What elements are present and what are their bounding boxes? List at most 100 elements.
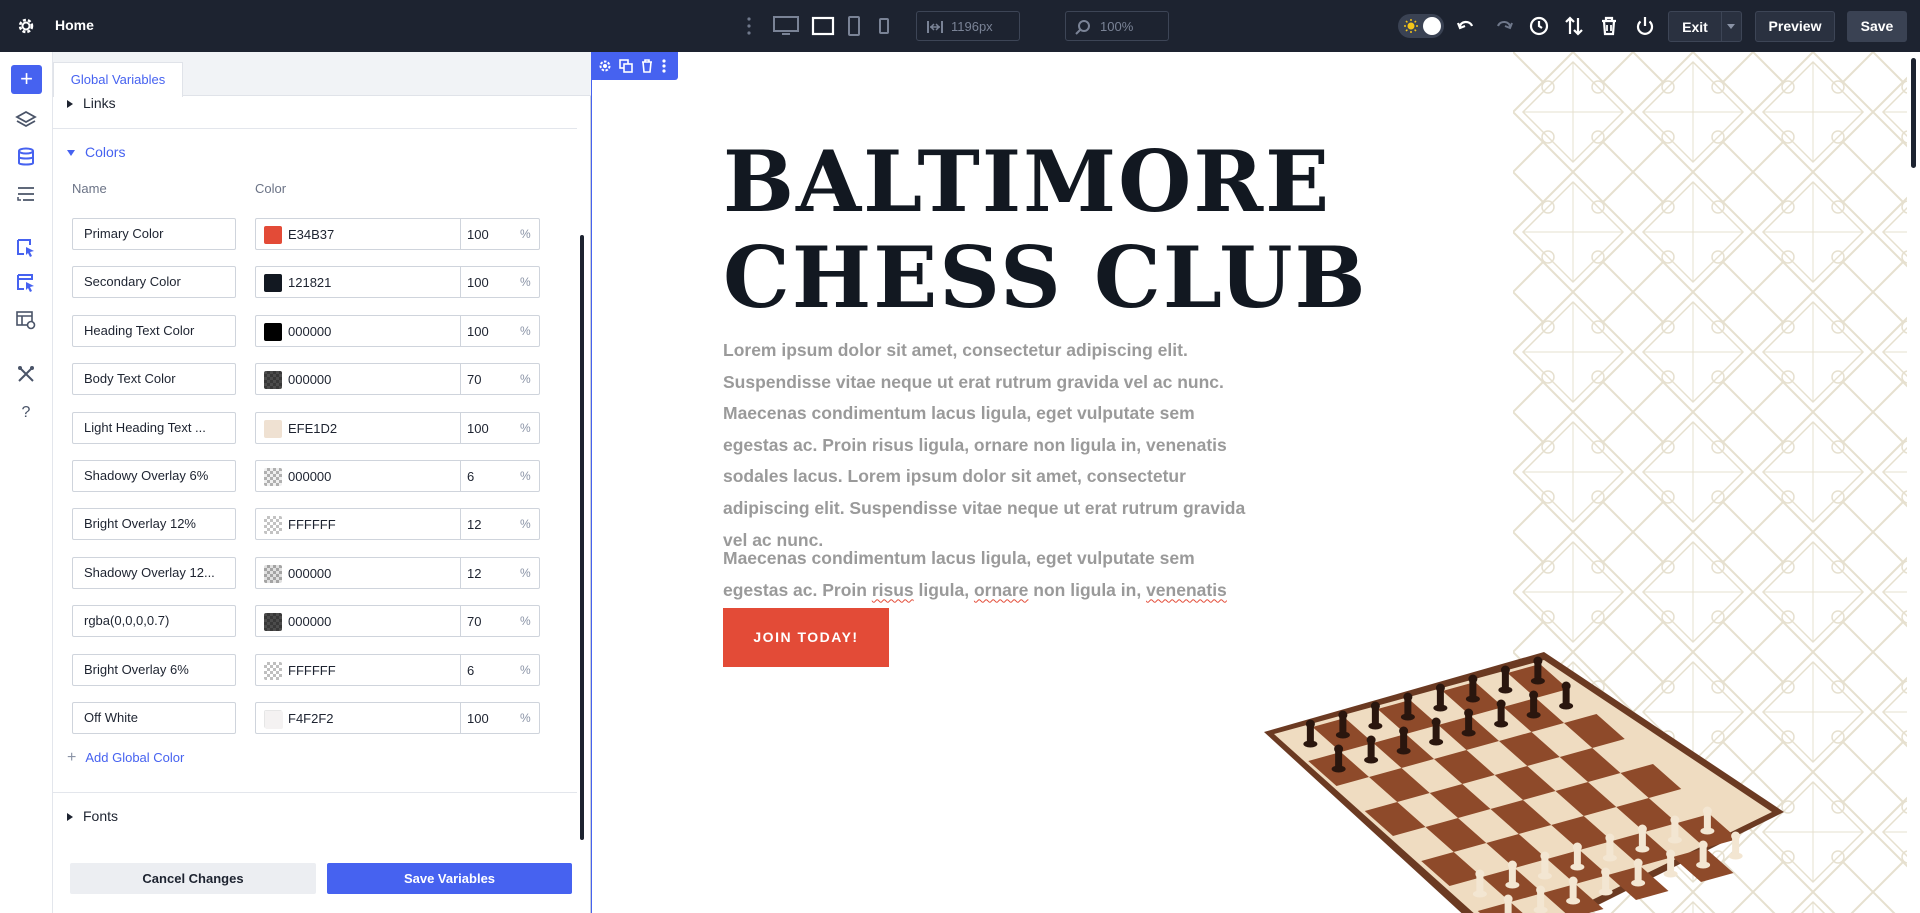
opacity-input[interactable]: 100 bbox=[467, 275, 489, 290]
color-name-input[interactable]: Body Text Color bbox=[72, 363, 236, 396]
tab-global-variables[interactable]: Global Variables bbox=[53, 62, 183, 97]
layers-icon[interactable] bbox=[15, 109, 37, 131]
hex-value-input[interactable]: 121821 bbox=[288, 275, 331, 290]
hex-value-input[interactable]: E34B37 bbox=[288, 227, 334, 242]
opacity-input[interactable]: 100 bbox=[467, 227, 489, 242]
fonts-section-toggle[interactable]: Fonts bbox=[67, 808, 118, 824]
canvas-width-field[interactable]: 1196px bbox=[916, 11, 1020, 41]
color-name-input[interactable]: Bright Overlay 6% bbox=[72, 653, 236, 686]
hex-value-input[interactable]: 000000 bbox=[288, 324, 331, 339]
opacity-input[interactable]: 70 bbox=[467, 614, 481, 629]
theme-toggle[interactable] bbox=[1398, 14, 1444, 38]
opacity-input[interactable]: 70 bbox=[467, 372, 481, 387]
opacity-input[interactable]: 100 bbox=[467, 421, 489, 436]
color-name-input[interactable]: Light Heading Text ... bbox=[72, 411, 236, 444]
color-swatch[interactable] bbox=[264, 516, 282, 535]
section-more-icon[interactable] bbox=[660, 59, 668, 73]
percent-label: % bbox=[520, 323, 531, 338]
field-separator bbox=[460, 557, 461, 588]
cancel-changes-button[interactable]: Cancel Changes bbox=[70, 863, 316, 894]
hex-value-input[interactable]: FFFFFF bbox=[288, 663, 336, 678]
help-question-icon[interactable]: ? bbox=[15, 400, 37, 422]
power-icon[interactable] bbox=[1634, 15, 1656, 37]
opacity-input[interactable]: 12 bbox=[467, 566, 481, 581]
add-global-color-label: Add Global Color bbox=[85, 750, 185, 765]
tablet-portrait-view-icon[interactable] bbox=[846, 14, 862, 38]
color-name-input[interactable]: Heading Text Color bbox=[72, 314, 236, 347]
color-name-input[interactable]: Shadowy Overlay 12... bbox=[72, 556, 236, 589]
add-element-button[interactable]: + bbox=[11, 65, 42, 94]
color-swatch[interactable] bbox=[264, 322, 282, 341]
percent-label: % bbox=[520, 420, 531, 435]
hero-heading[interactable]: BALTIMORE CHESS CLUB bbox=[723, 134, 1368, 326]
swatch-fill bbox=[264, 613, 282, 632]
canvas-scrollbar[interactable] bbox=[1911, 58, 1916, 168]
join-today-button[interactable]: JOIN TODAY! bbox=[723, 608, 889, 667]
field-separator bbox=[460, 606, 461, 637]
color-swatch[interactable] bbox=[264, 710, 283, 729]
settings-gear-icon[interactable] bbox=[16, 16, 36, 36]
add-global-color-button[interactable]: + Add Global Color bbox=[67, 749, 184, 767]
color-name-input[interactable]: Secondary Color bbox=[72, 266, 236, 299]
hex-value-input[interactable]: 000000 bbox=[288, 469, 331, 484]
hex-value-input[interactable]: 000000 bbox=[288, 372, 331, 387]
swatch-fill bbox=[264, 661, 282, 680]
color-swatch[interactable] bbox=[264, 226, 282, 244]
page-name[interactable]: Home bbox=[55, 17, 94, 33]
percent-label: % bbox=[520, 469, 531, 483]
hex-value-input[interactable]: 000000 bbox=[288, 566, 331, 581]
duplicate-icon[interactable] bbox=[619, 59, 633, 73]
more-options-icon[interactable] bbox=[744, 15, 754, 37]
undo-icon[interactable] bbox=[1456, 15, 1478, 37]
phone-view-icon[interactable] bbox=[877, 14, 891, 38]
database-icon[interactable] bbox=[15, 146, 37, 168]
delete-section-icon[interactable] bbox=[640, 59, 654, 73]
color-name-input[interactable]: Primary Color bbox=[72, 218, 236, 250]
panel-scrollbar[interactable] bbox=[580, 235, 584, 840]
color-swatch[interactable] bbox=[264, 274, 282, 293]
hex-value-input[interactable]: 000000 bbox=[288, 614, 331, 629]
opacity-input[interactable]: 12 bbox=[467, 517, 481, 532]
template-select-icon[interactable] bbox=[15, 272, 37, 294]
color-name-input[interactable]: Bright Overlay 12% bbox=[72, 508, 236, 541]
hex-value-input[interactable]: F4F2F2 bbox=[288, 711, 334, 726]
hex-value-input[interactable]: FFFFFF bbox=[288, 517, 336, 532]
preview-button[interactable]: Preview bbox=[1755, 11, 1835, 42]
exit-button[interactable]: Exit bbox=[1668, 11, 1742, 42]
page-select-icon[interactable] bbox=[15, 237, 37, 259]
opacity-input[interactable]: 100 bbox=[467, 711, 489, 726]
color-swatch[interactable] bbox=[264, 564, 282, 583]
sort-arrows-icon[interactable] bbox=[1563, 15, 1585, 37]
desktop-view-icon[interactable] bbox=[772, 14, 800, 38]
structure-list-icon[interactable] bbox=[15, 183, 37, 205]
color-swatch[interactable] bbox=[264, 419, 282, 438]
exit-dropdown-caret-icon[interactable] bbox=[1727, 24, 1735, 29]
layout-preview-icon[interactable] bbox=[15, 309, 37, 331]
section-settings-icon[interactable] bbox=[598, 59, 612, 73]
svg-text:?: ? bbox=[22, 404, 31, 421]
color-swatch[interactable] bbox=[264, 613, 282, 632]
tools-icon[interactable] bbox=[15, 363, 37, 385]
hero-paragraph-1[interactable]: Lorem ipsum dolor sit amet, consectetur … bbox=[723, 335, 1263, 556]
opacity-input[interactable]: 100 bbox=[467, 324, 489, 339]
colors-section-toggle[interactable]: Colors bbox=[67, 144, 125, 160]
hex-value-input[interactable]: EFE1D2 bbox=[288, 421, 337, 436]
color-swatch[interactable] bbox=[264, 371, 282, 390]
links-section-toggle[interactable]: Links bbox=[67, 95, 116, 111]
page-canvas[interactable]: BALTIMORE CHESS CLUB Lorem ipsum dolor s… bbox=[591, 52, 1920, 913]
opacity-input[interactable]: 6 bbox=[467, 663, 474, 678]
trash-icon[interactable] bbox=[1598, 15, 1620, 37]
save-variables-button[interactable]: Save Variables bbox=[327, 863, 572, 894]
color-variable-row: Body Text Color 000000 70% bbox=[53, 363, 553, 396]
tablet-landscape-view-icon[interactable] bbox=[811, 14, 835, 38]
opacity-input[interactable]: 6 bbox=[467, 469, 474, 484]
zoom-field[interactable]: 100% bbox=[1065, 11, 1169, 41]
color-name-input[interactable]: Shadowy Overlay 6% bbox=[72, 460, 236, 492]
redo-icon[interactable] bbox=[1492, 15, 1514, 37]
color-swatch[interactable] bbox=[264, 661, 282, 680]
color-name-input[interactable]: rgba(0,0,0,0.7) bbox=[72, 605, 236, 638]
save-button[interactable]: Save bbox=[1847, 11, 1907, 42]
history-clock-icon[interactable] bbox=[1528, 15, 1550, 37]
color-swatch[interactable] bbox=[264, 468, 282, 486]
color-name-input[interactable]: Off White bbox=[72, 702, 236, 734]
